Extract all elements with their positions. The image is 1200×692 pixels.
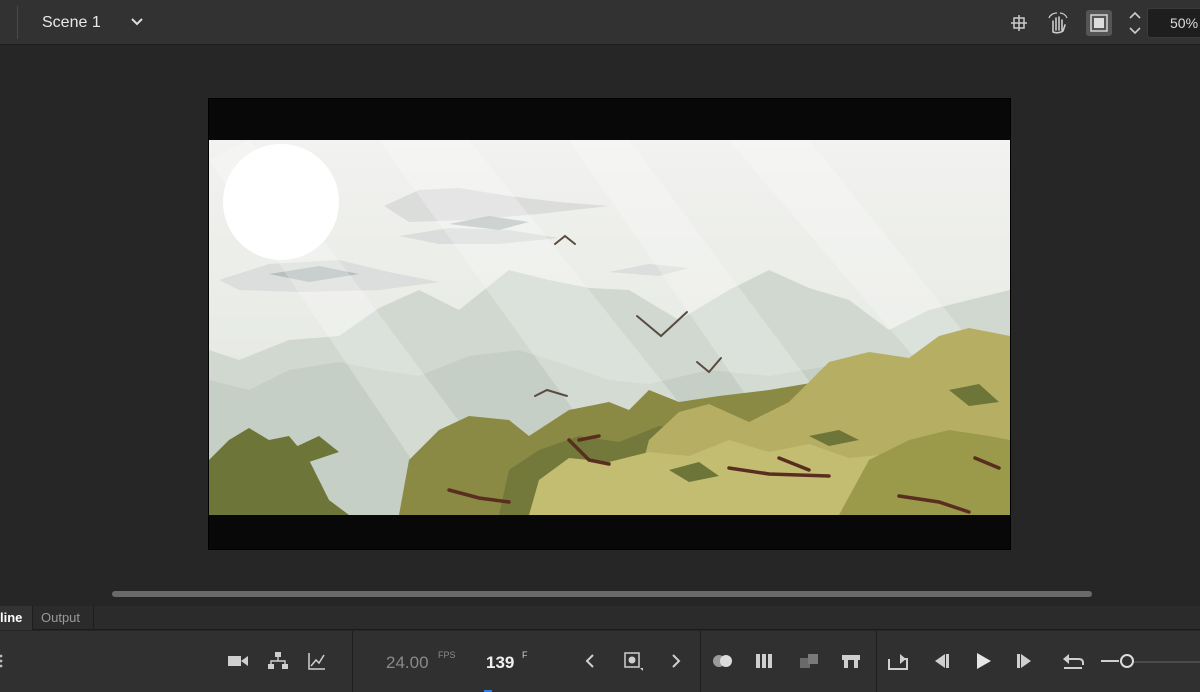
clip-content-icon[interactable] bbox=[1086, 10, 1112, 36]
panel-tabs: line Output bbox=[0, 606, 1200, 630]
toolbar-divider bbox=[17, 6, 18, 39]
previous-keyframe-icon[interactable] bbox=[577, 648, 603, 674]
chevron-down-icon[interactable] bbox=[128, 13, 146, 31]
tab-timeline[interactable]: line bbox=[0, 606, 32, 630]
insert-keyframe-icon[interactable] bbox=[620, 648, 646, 674]
undo-rotate-icon[interactable] bbox=[1060, 648, 1086, 674]
toolbar-divider bbox=[700, 631, 701, 692]
timeline-controls: 24.00 FPS 139 F bbox=[0, 631, 1200, 692]
loop-playback-icon[interactable] bbox=[885, 648, 911, 674]
current-frame-value[interactable]: 139 bbox=[486, 653, 514, 673]
fps-unit: FPS bbox=[438, 650, 456, 660]
toolbar-divider bbox=[352, 631, 353, 692]
frame-unit: F bbox=[522, 650, 528, 660]
layer-parenting-icon[interactable] bbox=[265, 648, 291, 674]
insert-frame-icon[interactable] bbox=[838, 648, 864, 674]
horizontal-scrollbar[interactable] bbox=[112, 591, 1092, 597]
scene-name[interactable]: Scene 1 bbox=[42, 14, 101, 32]
zoom-stepper-icon[interactable] bbox=[1126, 8, 1144, 38]
create-tween-icon[interactable] bbox=[796, 648, 822, 674]
fps-value[interactable]: 24.00 bbox=[386, 653, 429, 673]
play-icon[interactable] bbox=[970, 648, 996, 674]
camera-icon[interactable] bbox=[225, 648, 251, 674]
stage-toolbar: Scene 1 50% bbox=[0, 0, 1200, 45]
toolbar-divider bbox=[876, 631, 877, 692]
center-stage-icon[interactable] bbox=[1006, 10, 1032, 36]
next-keyframe-icon[interactable] bbox=[663, 648, 689, 674]
onion-skin-icon[interactable] bbox=[710, 648, 736, 674]
tab-output[interactable]: Output bbox=[32, 606, 94, 630]
step-back-icon[interactable] bbox=[928, 648, 954, 674]
step-forward-icon[interactable] bbox=[1012, 648, 1038, 674]
zoom-slider-handle[interactable] bbox=[1114, 648, 1140, 674]
timeline-zoom-slider[interactable] bbox=[1134, 661, 1200, 663]
rotate-hand-icon[interactable] bbox=[1045, 10, 1071, 36]
stage-canvas[interactable] bbox=[209, 140, 1010, 515]
edit-multiple-frames-icon[interactable] bbox=[752, 648, 778, 674]
panel-menu-icon[interactable] bbox=[0, 653, 4, 669]
landscape-artwork bbox=[209, 140, 1010, 515]
zoom-input[interactable]: 50% bbox=[1147, 8, 1200, 38]
graph-editor-icon[interactable] bbox=[304, 648, 330, 674]
